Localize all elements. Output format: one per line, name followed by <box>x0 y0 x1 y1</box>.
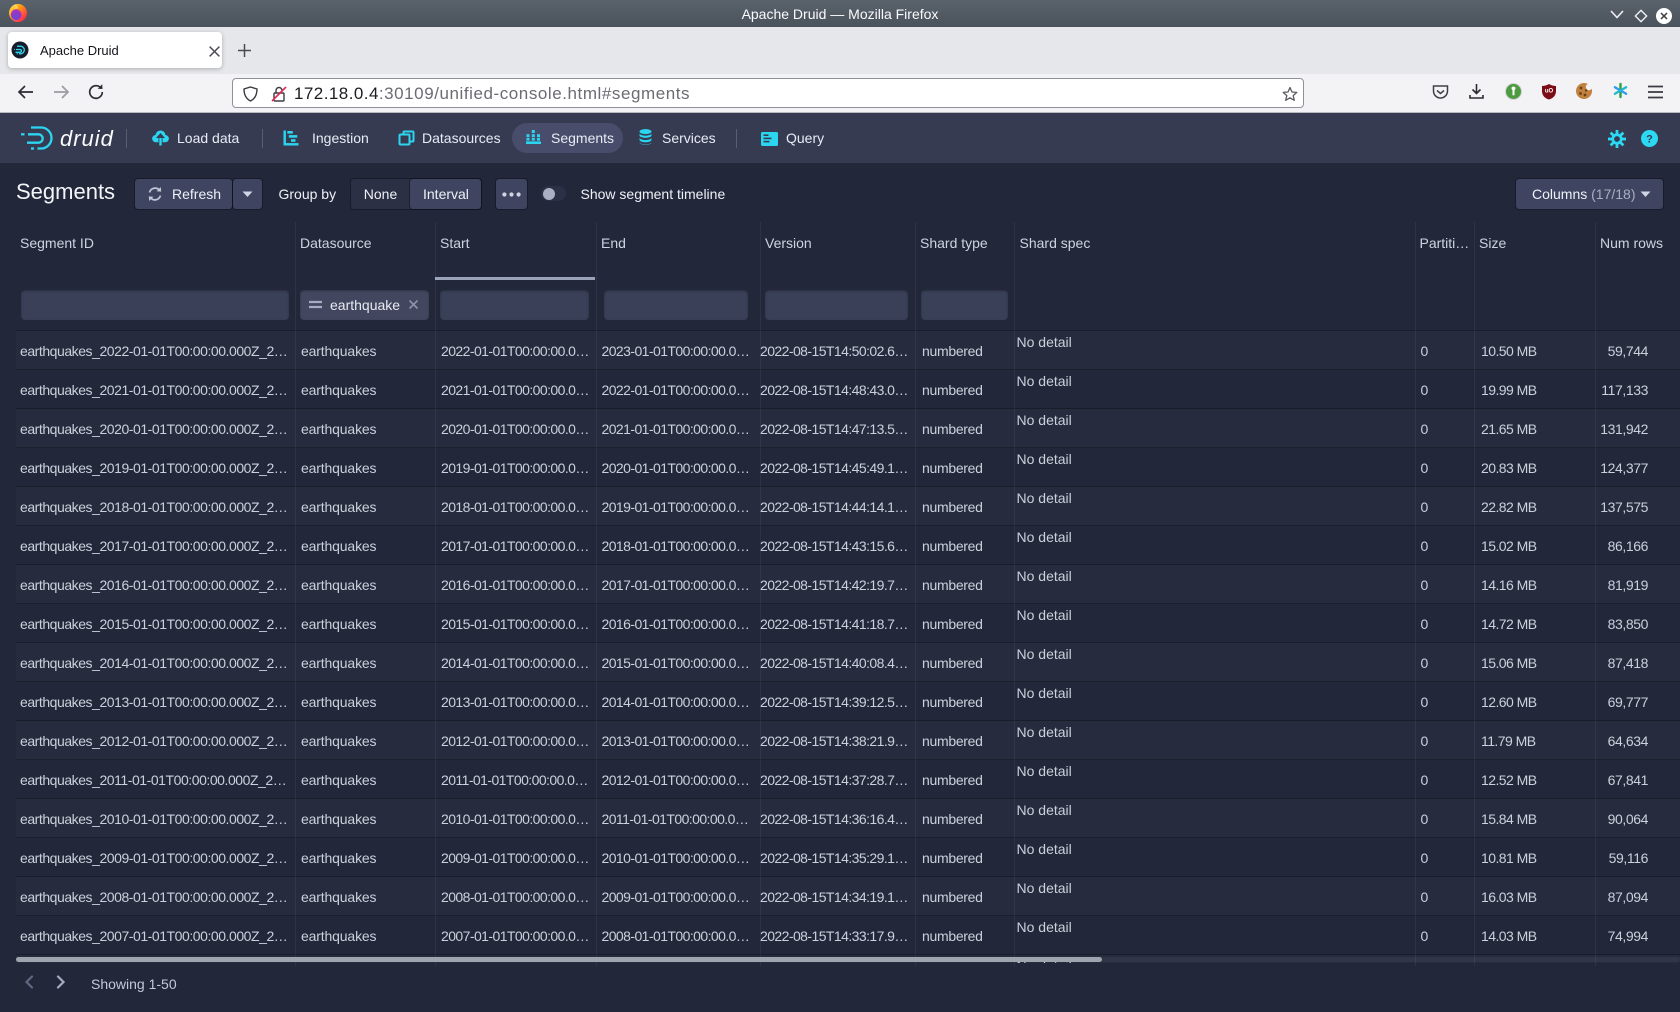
svg-text:?: ? <box>1646 134 1653 146</box>
svg-text:uO: uO <box>1545 89 1554 95</box>
